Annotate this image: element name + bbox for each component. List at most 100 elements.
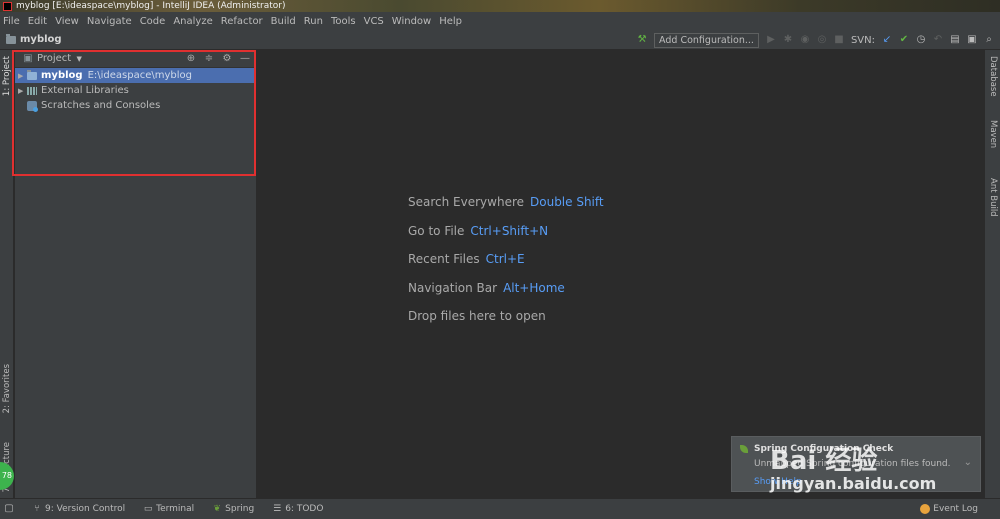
status-item-label: 9: Version Control: [45, 504, 126, 514]
tree-item-path: E:\ideaspace\myblog: [87, 70, 192, 81]
editor-empty-area[interactable]: Search Everywhere Double Shift Go to File…: [258, 50, 984, 498]
status-bar: ▢ ⑂ 9: Version Control ▭ Terminal ❦ Spri…: [0, 498, 1000, 519]
run-icon[interactable]: ▶: [766, 35, 776, 45]
stop-icon[interactable]: ■: [834, 35, 844, 45]
terminal-icon: ▭: [143, 504, 153, 514]
tab-database[interactable]: Database: [988, 56, 998, 97]
status-version-control[interactable]: ⑂ 9: Version Control: [32, 504, 125, 514]
profile-icon[interactable]: ◎: [817, 35, 827, 45]
project-panel-actions: ⊕ ≑ ⚙ —: [186, 53, 256, 64]
hint-recent-files: Recent Files Ctrl+E: [408, 252, 604, 281]
menu-file[interactable]: File: [3, 16, 20, 27]
window-title-bar: myblog [E:\ideaspace\myblog] - IntelliJ …: [0, 0, 1000, 12]
project-structure-icon[interactable]: ▤: [950, 35, 960, 45]
navigation-bar: myblog ⚒ Add Configuration... ▶ ✱ ◉ ◎ ■ …: [0, 30, 1000, 50]
event-log-icon: [920, 504, 931, 514]
menu-refactor[interactable]: Refactor: [221, 16, 263, 27]
menu-edit[interactable]: Edit: [28, 16, 47, 27]
spring-leaf-icon: [740, 445, 748, 453]
locate-icon[interactable]: ⊕: [186, 53, 196, 64]
project-tool-window: ▣ Project ▼ ⊕ ≑ ⚙ — ▶ myblog E:\ideaspac…: [15, 50, 257, 498]
version-control-icon: ⑂: [34, 504, 40, 514]
collapse-all-icon[interactable]: ≑: [204, 53, 214, 64]
hint-shortcut: Double Shift: [530, 195, 604, 209]
status-terminal[interactable]: ▭ Terminal: [143, 504, 194, 514]
status-item-label: Spring: [225, 504, 255, 514]
module-folder-icon: [27, 69, 37, 80]
menu-navigate[interactable]: Navigate: [87, 16, 132, 27]
tab-ant-build[interactable]: Ant Build: [988, 178, 998, 217]
status-todo[interactable]: ☰ 6: TODO: [272, 504, 323, 514]
baidu-watermark-logo: Bai 经验: [770, 446, 878, 476]
status-item-label: 6: TODO: [285, 504, 324, 514]
dropdown-arrow-icon[interactable]: ▼: [74, 54, 84, 64]
hint-shortcut: Ctrl+E: [485, 252, 525, 266]
expand-arrow-icon[interactable]: ▶: [18, 72, 27, 80]
debug-icon[interactable]: ✱: [783, 35, 793, 45]
hammer-build-icon[interactable]: ⚒: [637, 35, 647, 45]
tree-item-label: myblog: [41, 70, 83, 81]
tool-windows-icon[interactable]: ▢: [4, 504, 14, 514]
folder-icon: [6, 33, 16, 44]
hint-shortcut: Alt+Home: [503, 280, 565, 295]
status-event-log[interactable]: Event Log: [920, 504, 978, 514]
menu-bar: File Edit View Navigate Code Analyze Ref…: [0, 12, 1000, 30]
revert-icon[interactable]: ↶: [933, 35, 943, 45]
tab-maven[interactable]: Maven: [988, 120, 998, 148]
tab-project[interactable]: 1: Project: [2, 56, 12, 96]
spring-icon: ❦: [213, 504, 221, 514]
status-spring[interactable]: ❦ Spring: [212, 504, 254, 514]
breadcrumb-project[interactable]: myblog: [0, 33, 62, 45]
svn-update-icon[interactable]: ↙: [882, 35, 892, 45]
left-tool-strip: 1: Project 2: Favorites 7: Structure 78: [0, 50, 14, 498]
menu-run[interactable]: Run: [304, 16, 323, 27]
tree-item-label: External Libraries: [41, 85, 129, 96]
todo-icon: ☰: [273, 504, 282, 514]
scratches-icon: [27, 100, 38, 112]
right-tool-strip: Database Maven Ant Build: [984, 50, 1000, 498]
hide-icon[interactable]: —: [240, 53, 250, 64]
hint-label: Recent Files: [408, 252, 480, 266]
hint-search-everywhere: Search Everywhere Double Shift: [408, 195, 604, 224]
project-view-icon: ▣: [23, 52, 33, 64]
editor-hints: Search Everywhere Double Shift Go to File…: [408, 195, 604, 338]
tree-item-scratches[interactable]: Scratches and Consoles: [15, 98, 256, 113]
expand-arrow-icon[interactable]: ▶: [18, 87, 27, 95]
hint-navigation-bar: Navigation Bar Alt+Home: [408, 281, 604, 310]
layout-icon[interactable]: ▣: [967, 35, 977, 45]
svn-label: SVN:: [850, 34, 875, 46]
tree-item-label: Scratches and Consoles: [41, 100, 161, 111]
hint-label: Go to File: [408, 223, 465, 238]
menu-analyze[interactable]: Analyze: [173, 16, 212, 27]
svn-commit-icon[interactable]: ✔: [899, 35, 909, 45]
menu-tools[interactable]: Tools: [331, 16, 356, 27]
menu-vcs[interactable]: VCS: [364, 16, 384, 27]
menu-help[interactable]: Help: [439, 16, 462, 27]
gear-icon[interactable]: ⚙: [222, 53, 232, 64]
coverage-icon[interactable]: ◉: [800, 35, 810, 45]
menu-code[interactable]: Code: [140, 16, 166, 27]
hint-go-to-file: Go to File Ctrl+Shift+N: [408, 224, 604, 253]
menu-view[interactable]: View: [55, 16, 79, 27]
hint-label: Navigation Bar: [408, 280, 498, 295]
menu-window[interactable]: Window: [392, 16, 431, 27]
menu-build[interactable]: Build: [271, 16, 296, 27]
chevron-down-icon[interactable]: ⌄: [964, 457, 972, 468]
hint-shortcut: Ctrl+Shift+N: [470, 223, 549, 238]
breadcrumb-project-label: myblog: [20, 34, 62, 45]
add-configuration-button[interactable]: Add Configuration...: [654, 32, 759, 48]
history-icon[interactable]: ◷: [916, 35, 926, 45]
window-title: myblog [E:\ideaspace\myblog] - IntelliJ …: [16, 1, 286, 11]
tree-item-myblog[interactable]: ▶ myblog E:\ideaspace\myblog: [15, 68, 256, 83]
hint-label: Drop files here to open: [408, 309, 546, 323]
search-everywhere-icon[interactable]: ⌕: [984, 35, 994, 45]
project-panel-title[interactable]: Project: [37, 53, 71, 64]
hint-label: Search Everywhere: [408, 195, 524, 209]
project-panel-header: ▣ Project ▼ ⊕ ≑ ⚙ —: [15, 50, 256, 68]
tree-item-external-libraries[interactable]: ▶ External Libraries: [15, 83, 256, 98]
tab-favorites[interactable]: 2: Favorites: [2, 364, 12, 413]
libraries-icon: [27, 86, 37, 95]
status-item-label: Event Log: [933, 504, 978, 514]
toolbar-right: ⚒ Add Configuration... ▶ ✱ ◉ ◎ ■ SVN: ↙ …: [637, 30, 994, 50]
status-item-label: Terminal: [156, 504, 195, 514]
